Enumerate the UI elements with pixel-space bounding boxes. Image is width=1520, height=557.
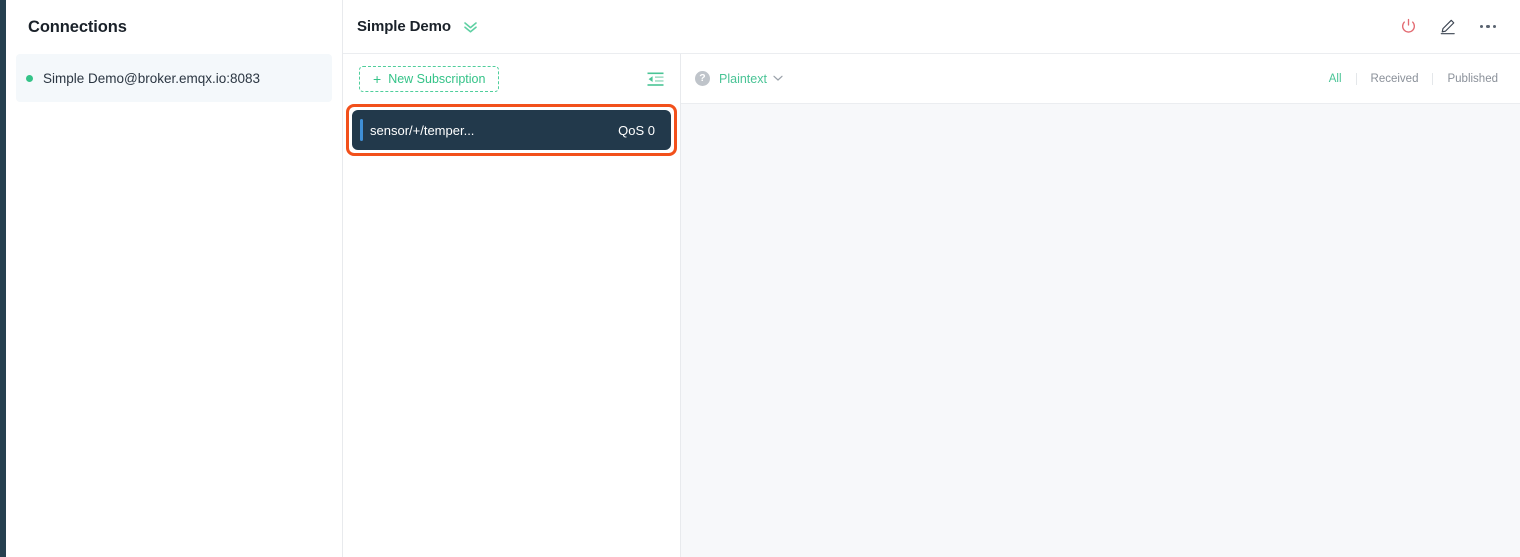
- subscription-list-item[interactable]: sensor/+/temper... QoS 0: [352, 110, 671, 150]
- connection-header-actions: [1398, 17, 1498, 37]
- message-format-value: Plaintext: [719, 71, 767, 86]
- connection-title-group: Simple Demo: [357, 18, 478, 35]
- subscription-topic: sensor/+/temper...: [370, 122, 475, 138]
- tab-all[interactable]: All: [1315, 73, 1356, 85]
- page-title: Connections: [28, 17, 127, 36]
- connection-name: Simple Demo: [357, 18, 451, 35]
- new-subscription-button[interactable]: + New Subscription: [359, 66, 500, 92]
- subscription-qos-badge: QoS 0: [618, 122, 655, 138]
- connection-header: Simple Demo: [343, 0, 1520, 54]
- pencil-icon[interactable]: [1438, 17, 1458, 37]
- help-circle-icon[interactable]: ?: [695, 71, 710, 86]
- ellipsis-dots: [1479, 24, 1497, 29]
- new-subscription-label: New Subscription: [388, 72, 486, 86]
- mqtt-client-window: Connections Simple Demo@broker.emqx.io:8…: [0, 0, 1520, 557]
- message-format-select[interactable]: Plaintext: [719, 72, 783, 86]
- sidebar-item-simple-demo[interactable]: Simple Demo@broker.emqx.io:8083: [16, 54, 332, 102]
- collapse-left-icon[interactable]: [644, 68, 666, 90]
- tab-published[interactable]: Published: [1432, 72, 1498, 85]
- connections-header: Connections: [6, 0, 342, 54]
- tab-received[interactable]: Received: [1355, 72, 1433, 85]
- messages-pane: ? Plaintext All Received Published: [681, 0, 1520, 557]
- subscriptions-list: sensor/+/temper... QoS 0: [343, 104, 680, 557]
- power-icon[interactable]: [1398, 17, 1418, 37]
- message-format-group: ? Plaintext: [695, 71, 783, 86]
- messages-toolbar: ? Plaintext All Received Published: [681, 54, 1520, 104]
- subscriptions-pane: + New Subscription sensor/+/temper... Qo…: [343, 0, 681, 557]
- connection-label: Simple Demo@broker.emqx.io:8083: [43, 70, 261, 86]
- subscriptions-toolbar: + New Subscription: [343, 54, 680, 104]
- messages-list: [681, 104, 1520, 557]
- connections-pane: Connections Simple Demo@broker.emqx.io:8…: [6, 0, 343, 557]
- chevron-down-icon: [773, 75, 783, 81]
- connections-list: Simple Demo@broker.emqx.io:8083: [6, 54, 342, 557]
- subscription-highlight-annotation: sensor/+/temper... QoS 0: [346, 104, 677, 156]
- plus-icon: +: [373, 71, 382, 87]
- double-chevron-down-icon[interactable]: [463, 20, 478, 34]
- subscription-color-bar: [360, 119, 363, 141]
- connection-status-dot: [26, 74, 33, 82]
- ellipsis-icon[interactable]: [1478, 17, 1498, 37]
- message-filter-tabs: All Received Published: [1315, 72, 1498, 85]
